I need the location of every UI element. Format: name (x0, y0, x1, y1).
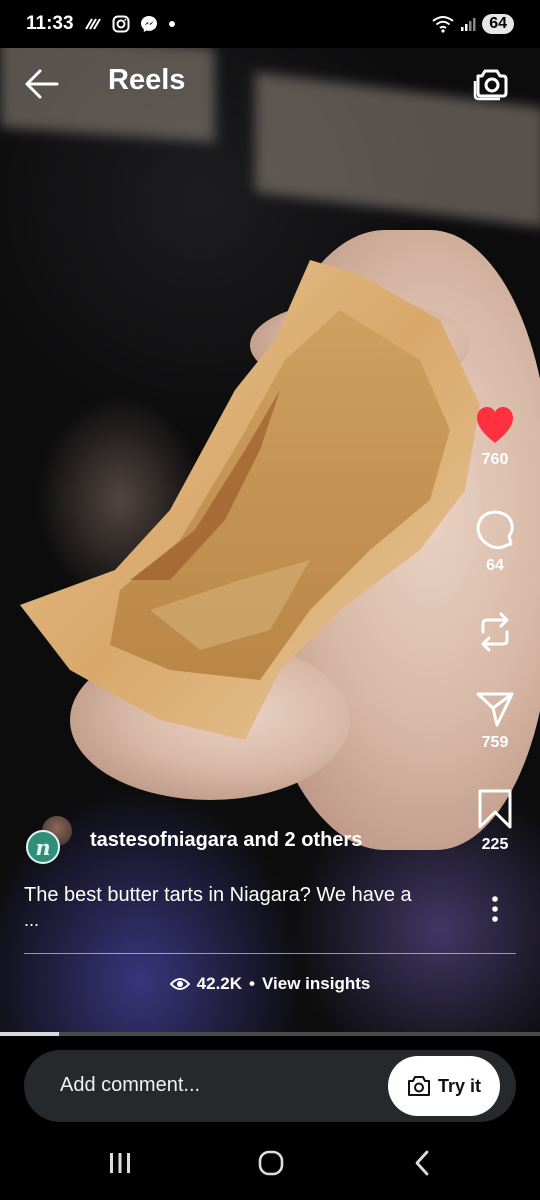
heart-filled-icon (477, 407, 513, 443)
post-caption[interactable]: The best butter tarts in Niagara? We hav… (24, 882, 454, 929)
signal-icon (460, 16, 476, 32)
view-count: 42.2K (196, 974, 243, 993)
author-username[interactable]: tastesofniagara (90, 829, 238, 851)
dot-icon (168, 20, 176, 28)
recent-apps-button[interactable] (100, 1148, 140, 1178)
caption-divider (24, 953, 516, 954)
status-time: 11:33 (26, 13, 74, 34)
caption-text: The best butter tarts in Niagara? We hav… (24, 884, 412, 906)
chevron-left-icon (415, 1150, 429, 1176)
share-button[interactable]: 759 (465, 690, 525, 752)
camera-icon (473, 69, 508, 101)
try-it-button[interactable]: Try it (388, 1056, 500, 1116)
more-vertical-icon (492, 896, 498, 922)
bookmark-icon (478, 789, 512, 829)
repost-button[interactable] (465, 610, 525, 654)
home-button[interactable] (251, 1148, 291, 1178)
home-icon (258, 1150, 284, 1176)
comment-button[interactable]: 64 (465, 509, 525, 575)
back-arrow-icon (25, 69, 59, 99)
more-options-button[interactable] (465, 895, 525, 923)
comment-bubble-icon (476, 510, 514, 550)
avatar-letter: n (35, 834, 51, 860)
comment-count: 64 (486, 557, 504, 574)
author-avatar: n (26, 830, 60, 864)
instagram-icon (112, 15, 130, 33)
author-label[interactable]: tastesofniagara and 2 others (90, 829, 362, 852)
page-title: Reels (108, 64, 186, 96)
author-row[interactable]: n tastesofniagara and 2 others (24, 816, 362, 864)
top-app-bar: Reels (0, 52, 540, 116)
wifi-icon (432, 15, 454, 33)
view-insights-link[interactable]: View insights (262, 974, 370, 994)
comment-input[interactable]: Add comment... Try it (24, 1050, 516, 1122)
system-nav-bar (0, 1126, 540, 1200)
repost-icon (481, 612, 509, 652)
camera-icon (407, 1076, 430, 1096)
eye-icon (169, 978, 190, 990)
voicemail-icon (84, 17, 102, 31)
save-button[interactable]: 225 (465, 788, 525, 854)
try-it-label: Try it (437, 1075, 481, 1096)
insights-row[interactable]: 42.2K • View insights (0, 974, 540, 994)
butter-tart-image (20, 260, 480, 740)
collaborators-link[interactable]: and 2 others (243, 829, 362, 851)
caption-more[interactable]: ... (24, 911, 454, 929)
system-back-button[interactable] (402, 1148, 442, 1178)
camera-button[interactable] (472, 64, 510, 102)
status-bar: 11:33 64 (0, 0, 540, 48)
like-button[interactable]: 760 (465, 405, 525, 469)
back-button[interactable] (24, 66, 60, 102)
save-count: 225 (481, 836, 509, 853)
insights-separator: • (249, 974, 255, 993)
messenger-icon (140, 15, 158, 33)
share-count: 759 (481, 734, 509, 751)
send-paper-plane-icon (476, 692, 514, 727)
recent-apps-icon (110, 1153, 130, 1173)
like-count: 760 (481, 451, 509, 468)
battery-indicator: 64 (482, 14, 514, 34)
comment-placeholder[interactable]: Add comment... (60, 1074, 200, 1097)
avatar-stack[interactable]: n (24, 816, 80, 864)
